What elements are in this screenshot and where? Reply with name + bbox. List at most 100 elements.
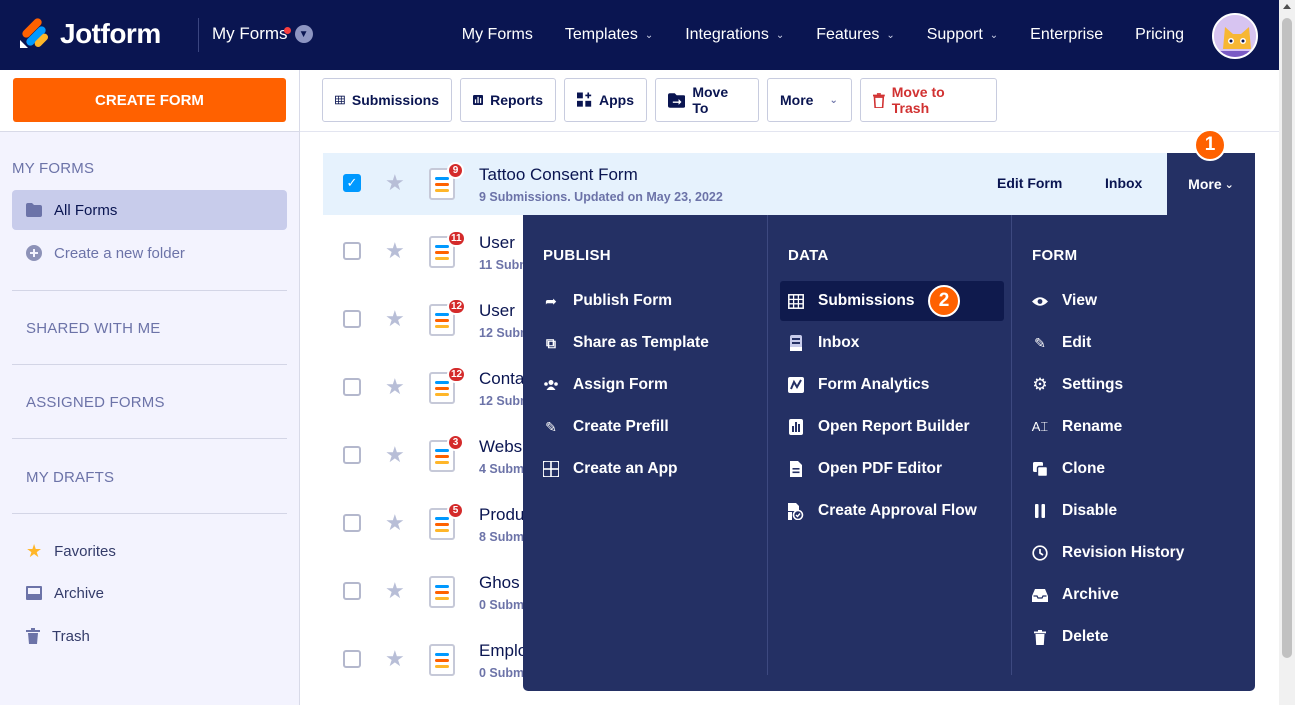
menu-item-edit[interactable]: ✎ Edit (1024, 323, 1248, 363)
plus-circle-icon (26, 245, 42, 261)
form-row-checkbox[interactable] (343, 650, 361, 668)
scroll-up-arrow-icon[interactable] (1283, 4, 1291, 9)
menu-item-form-analytics[interactable]: Form Analytics (780, 365, 1004, 405)
star-icon[interactable]: ★ (385, 238, 405, 264)
submission-count-badge: 11 (447, 230, 466, 247)
menu-item-create-approval-flow[interactable]: Create Approval Flow (780, 491, 1004, 531)
report-icon (473, 94, 484, 106)
scrollbar-thumb[interactable] (1282, 18, 1292, 658)
menu-item-clone[interactable]: Clone (1024, 449, 1248, 489)
submission-count-badge: 5 (447, 502, 464, 519)
menu-item-create-prefill[interactable]: ✎ Create Prefill (535, 407, 759, 447)
menu-item-open-report-builder[interactable]: Open Report Builder (780, 407, 1004, 447)
menu-heading-form: FORM (1032, 247, 1078, 264)
star-icon[interactable]: ★ (385, 578, 405, 604)
sidebar-item-archive[interactable]: Archive (12, 573, 287, 613)
menu-item-delete[interactable]: Delete (1024, 617, 1248, 657)
form-title[interactable]: Webs (479, 437, 522, 457)
menu-item-create-an-app[interactable]: Create an App (535, 449, 759, 489)
form-row-checkbox[interactable] (343, 242, 361, 260)
sidebar-item-all-forms[interactable]: All Forms (12, 190, 287, 230)
star-icon[interactable]: ★ (385, 170, 405, 196)
menu-item-assign-form[interactable]: Assign Form (535, 365, 759, 405)
nav-link-my-forms[interactable]: My Forms (462, 26, 533, 44)
form-row-checkbox[interactable] (343, 582, 361, 600)
forms-toolbar: Submissions Reports Apps Move To More ⌄ … (300, 70, 1279, 132)
menu-item-view[interactable]: View (1024, 281, 1248, 321)
toolbar-move-to-trash-button[interactable]: Move to Trash (860, 78, 997, 122)
folder-icon (26, 203, 42, 217)
archive-icon (26, 586, 42, 600)
menu-item-disable[interactable]: Disable (1024, 491, 1248, 531)
menu-heading-publish: PUBLISH (543, 247, 611, 264)
nav-link-features[interactable]: Features ⌄ (816, 26, 895, 44)
nav-link-integrations[interactable]: Integrations ⌄ (685, 26, 784, 44)
form-subtitle: 0 Subm (479, 598, 525, 612)
avatar-cat-icon (1214, 15, 1256, 57)
app-grid-icon (543, 461, 559, 477)
share-arrow-icon: ➦ (545, 292, 557, 309)
inbox-button[interactable]: Inbox (1105, 175, 1142, 191)
my-forms-dropdown[interactable]: My Forms ▼ (212, 24, 313, 44)
form-row-checkbox[interactable] (343, 514, 361, 532)
sidebar: CREATE FORM MY FORMS All Forms Create a … (0, 70, 300, 705)
star-icon[interactable]: ★ (385, 646, 405, 672)
row-more-button[interactable]: More ⌄ (1167, 153, 1255, 215)
nav-link-enterprise[interactable]: Enterprise (1030, 26, 1103, 44)
step-marker-2: 2 (928, 285, 960, 317)
submission-count-badge: 12 (447, 366, 467, 383)
page-scrollbar[interactable] (1279, 0, 1295, 705)
jotform-logo[interactable]: Jotform (18, 18, 161, 50)
menu-item-publish-form[interactable]: ➦ Publish Form (535, 281, 759, 321)
menu-item-settings[interactable]: ⚙ Settings (1024, 365, 1248, 405)
nav-link-pricing[interactable]: Pricing (1135, 26, 1184, 44)
toolbar-apps-button[interactable]: Apps (564, 78, 647, 122)
chevron-down-icon: ⌄ (989, 29, 999, 41)
toolbar-move-to-button[interactable]: Move To (655, 78, 759, 122)
sidebar-item-my-drafts[interactable]: MY DRAFTS (26, 469, 114, 486)
create-form-button[interactable]: CREATE FORM (13, 78, 286, 122)
star-icon[interactable]: ★ (385, 374, 405, 400)
toolbar-more-button[interactable]: More ⌄ (767, 78, 852, 122)
form-title[interactable]: User (479, 301, 515, 321)
edit-icon: ✎ (1034, 334, 1046, 351)
menu-item-archive[interactable]: Archive (1024, 575, 1248, 615)
eye-icon (1032, 293, 1048, 309)
menu-item-revision-history[interactable]: Revision History (1024, 533, 1248, 573)
star-icon[interactable]: ★ (385, 442, 405, 468)
form-row-checkbox[interactable]: ✓ (343, 174, 361, 192)
sidebar-item-label: Archive (54, 584, 105, 602)
form-title[interactable]: Emplo (479, 641, 527, 661)
sidebar-item-shared-with-me[interactable]: SHARED WITH ME (26, 320, 160, 337)
form-title[interactable]: Conta (479, 369, 524, 389)
edit-form-button[interactable]: Edit Form (997, 175, 1062, 191)
form-subtitle: 8 Subm (479, 530, 525, 544)
menu-item-share-as-template[interactable]: ⧉ Share as Template (535, 323, 759, 363)
menu-item-rename[interactable]: A⌶ Rename (1024, 407, 1248, 447)
form-row[interactable]: ✓ ★ 9 Tattoo Consent Form 9 Submissions.… (323, 153, 1255, 215)
user-avatar[interactable] (1212, 13, 1258, 59)
form-title[interactable]: User (479, 233, 515, 253)
form-title[interactable]: Ghos (479, 573, 520, 593)
form-row-checkbox[interactable] (343, 378, 361, 396)
toolbar-submissions-button[interactable]: Submissions (322, 78, 452, 122)
sidebar-item-trash[interactable]: Trash (12, 616, 287, 656)
nav-link-templates[interactable]: Templates ⌄ (565, 26, 653, 44)
form-row-checkbox[interactable] (343, 446, 361, 464)
sidebar-item-favorites[interactable]: ★ Favorites (12, 531, 287, 571)
toolbar-reports-button[interactable]: Reports (460, 78, 556, 122)
sidebar-item-assigned-forms[interactable]: ASSIGNED FORMS (26, 394, 165, 411)
menu-item-submissions[interactable]: Submissions (780, 281, 1004, 321)
sidebar-item-create-folder[interactable]: Create a new folder (12, 233, 287, 273)
form-title[interactable]: Tattoo Consent Form (479, 165, 638, 185)
form-title[interactable]: Produ (479, 505, 524, 525)
form-row-checkbox[interactable] (343, 310, 361, 328)
clock-icon (1032, 545, 1048, 561)
nav-link-support[interactable]: Support ⌄ (927, 26, 998, 44)
menu-item-open-pdf-editor[interactable]: Open PDF Editor (780, 449, 1004, 489)
star-icon[interactable]: ★ (385, 510, 405, 536)
sidebar-item-label: All Forms (54, 201, 118, 219)
star-icon[interactable]: ★ (385, 306, 405, 332)
menu-item-inbox[interactable]: Inbox (780, 323, 1004, 363)
submission-count-badge: 3 (447, 434, 464, 451)
